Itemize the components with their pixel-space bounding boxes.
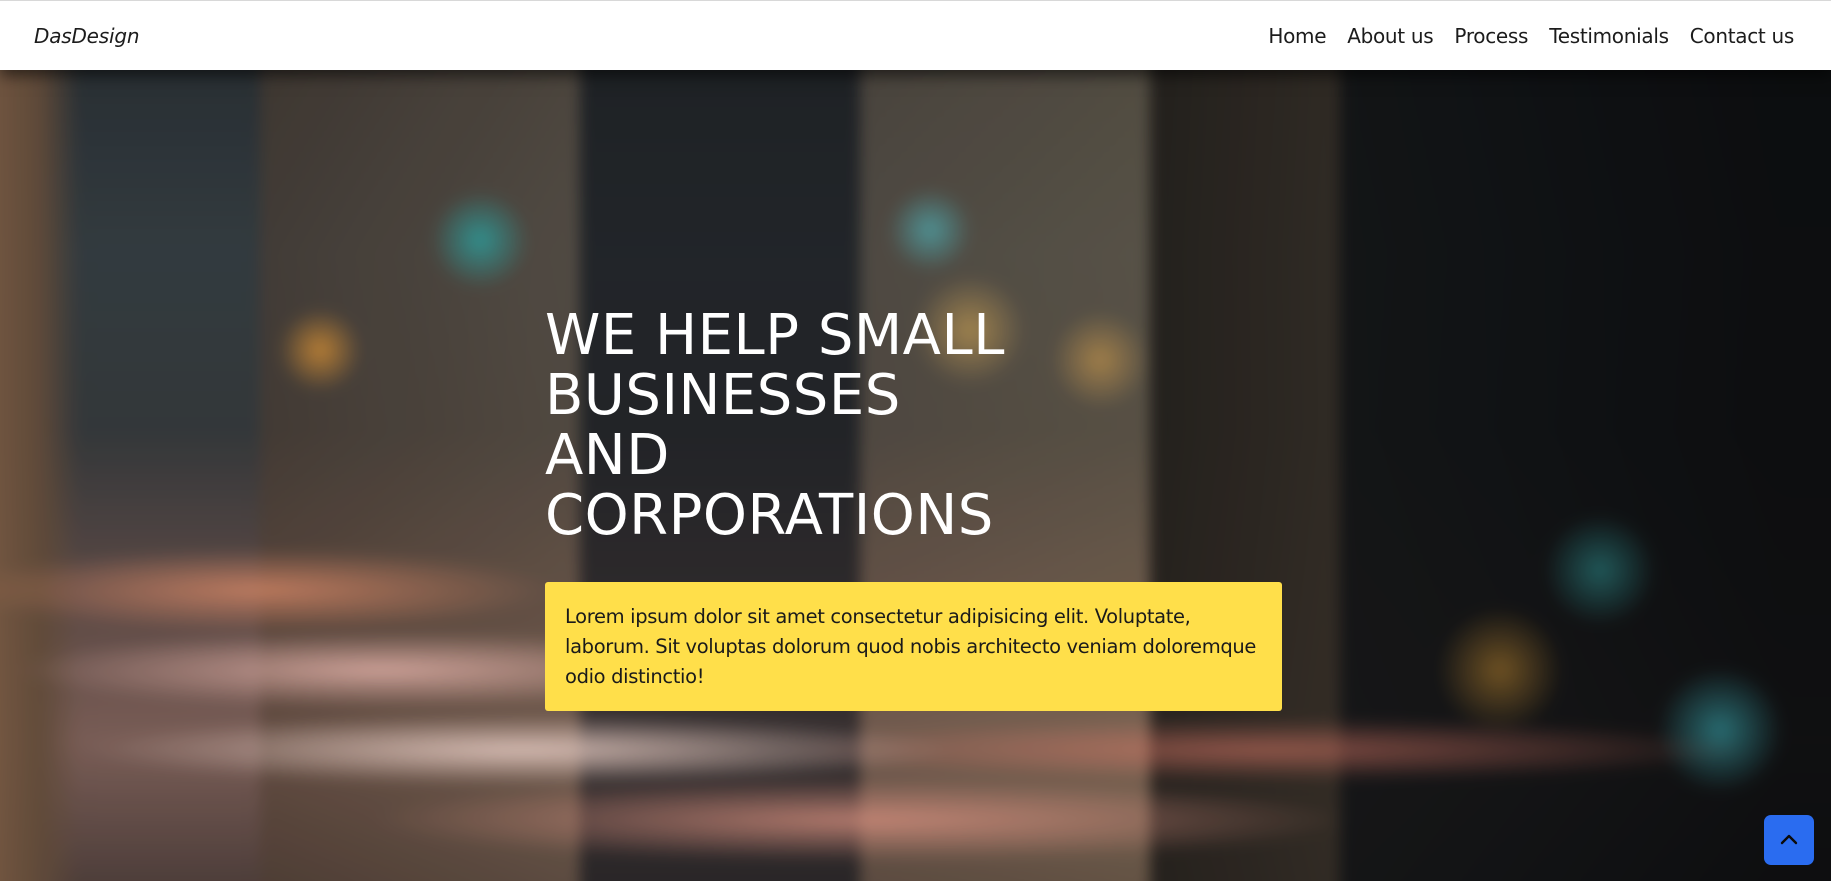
hero-title-line: CORPORATIONS (545, 483, 994, 548)
nav-link-testimonials[interactable]: Testimonials (1549, 24, 1669, 48)
hero-title-line: WE HELP SMALL (545, 303, 1005, 368)
hero-title: WE HELP SMALL BUSINESSES AND CORPORATION… (545, 306, 1285, 546)
nav-item-testimonials: Testimonials (1549, 24, 1669, 48)
nav-link-about-us[interactable]: About us (1347, 24, 1433, 48)
hero-title-line: AND (545, 423, 670, 488)
nav-item-home: Home (1268, 24, 1326, 48)
hero-description-box: Lorem ipsum dolor sit amet consectetur a… (545, 582, 1282, 711)
page: DasDesign Home About us Process Testimon… (0, 0, 1831, 881)
nav-item-contact: Contact us (1690, 24, 1795, 48)
hero-description: Lorem ipsum dolor sit amet consectetur a… (565, 605, 1257, 688)
brand-logo[interactable]: DasDesign (34, 24, 140, 48)
nav-links: Home About us Process Testimonials Conta… (1268, 24, 1794, 48)
hero-content: WE HELP SMALL BUSINESSES AND CORPORATION… (545, 306, 1285, 711)
back-to-top-button[interactable] (1764, 815, 1814, 865)
nav-item-about: About us (1347, 24, 1433, 48)
nav-item-process: Process (1454, 24, 1528, 48)
hero-section: WE HELP SMALL BUSINESSES AND CORPORATION… (0, 70, 1831, 881)
hero-title-line: BUSINESSES (545, 363, 901, 428)
nav-link-process[interactable]: Process (1454, 24, 1528, 48)
nav-link-contact-us[interactable]: Contact us (1690, 24, 1795, 48)
navbar: DasDesign Home About us Process Testimon… (0, 0, 1831, 70)
nav-link-home[interactable]: Home (1268, 24, 1326, 48)
chevron-up-icon (1780, 834, 1798, 845)
